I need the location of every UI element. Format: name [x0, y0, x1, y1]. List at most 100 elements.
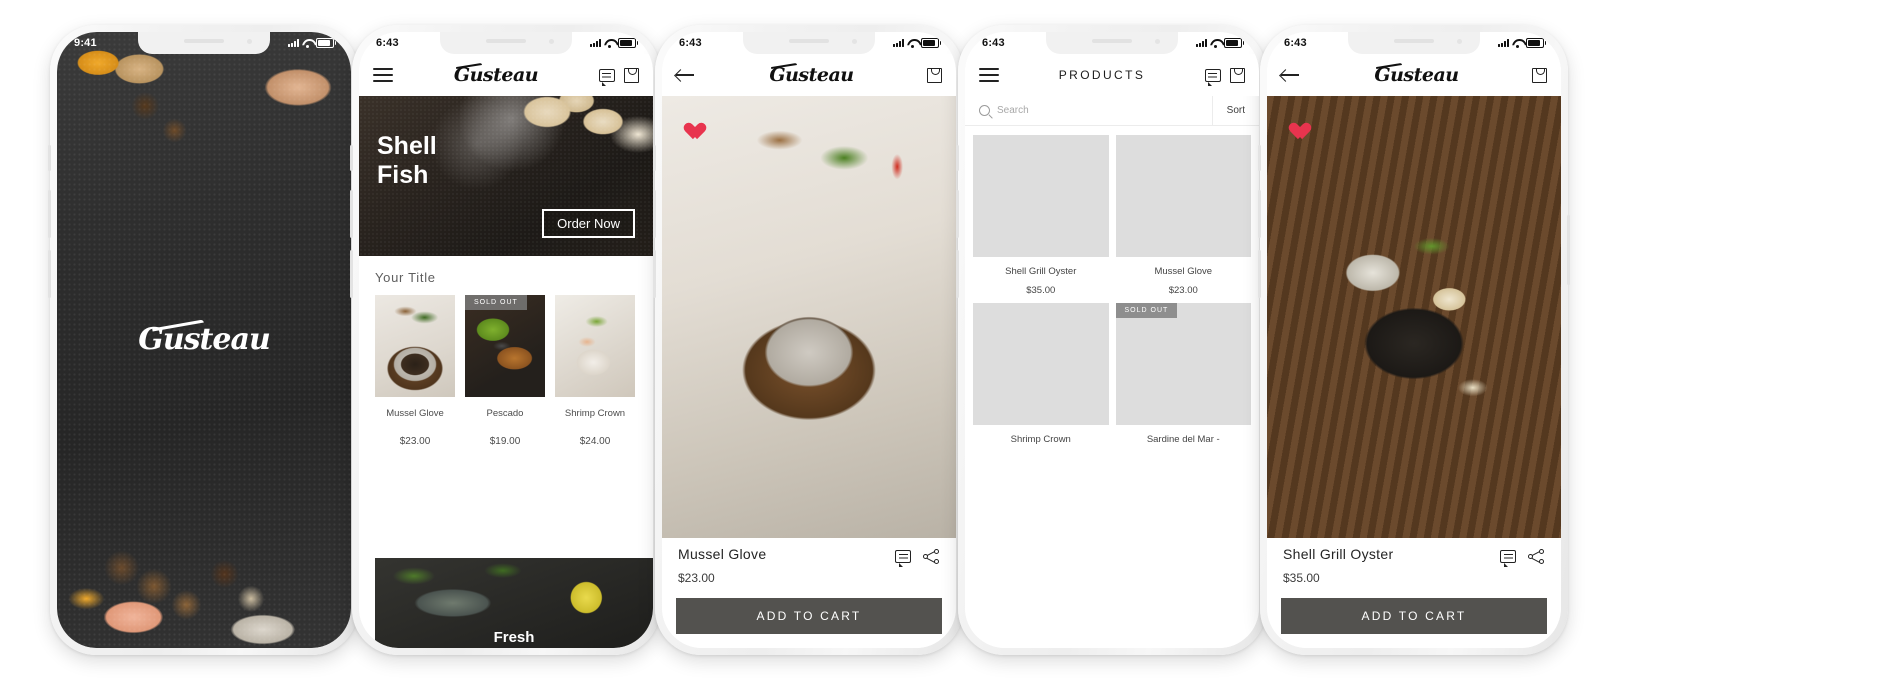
product-thumbnail[interactable] [973, 303, 1109, 425]
mute-switch [48, 145, 51, 171]
product-card[interactable]: Mussel Glove $23.00 [1115, 135, 1251, 296]
product-row: Mussel Glove $23.00 SOLD OUT Pescado $19… [359, 295, 653, 447]
detail-screen: 6:43 Gusteau [662, 32, 956, 648]
product-card[interactable]: Shrimp Crown $24.00 [555, 295, 635, 447]
product-name: Mussel Glove [678, 546, 767, 562]
hero-line-2: Fish [377, 160, 429, 189]
app-bar-icons [926, 67, 942, 83]
app-bar: Gusteau [1267, 54, 1561, 96]
back-arrow-icon[interactable] [676, 68, 696, 82]
mute-switch [653, 145, 656, 171]
product-info-bar: Mussel Glove $23.00 [662, 538, 956, 586]
product-card[interactable]: Shell Grill Oyster $35.00 [973, 135, 1109, 296]
chat-icon[interactable] [895, 550, 911, 567]
status-indicators [1498, 38, 1546, 48]
heart-icon[interactable] [680, 116, 700, 134]
product-price: $19.00 [489, 436, 521, 447]
section-title: Your Title [375, 270, 436, 285]
sort-button[interactable]: Sort [1211, 95, 1249, 126]
hero-heading: Shell Fish [377, 132, 437, 189]
hamburger-icon[interactable] [979, 68, 999, 82]
phone-detail-oyster: 6:43 Gusteau Shell Grill Oyster $35.00 A… [1258, 25, 1570, 655]
page-title: PRODUCTS [1058, 68, 1146, 82]
status-time: 6:43 [982, 37, 1005, 49]
product-card[interactable]: SOLD OUT Pescado $19.00 [465, 295, 545, 447]
search-input[interactable]: Search [979, 105, 1212, 116]
product-name: Shrimp Crown [564, 408, 626, 419]
signal-icon [590, 39, 601, 47]
status-indicators [590, 38, 638, 48]
order-now-button[interactable]: Order Now [542, 209, 635, 238]
phone-detail-mussel: 6:43 Gusteau Mussel Glove $23.00 ADD TO … [653, 25, 965, 655]
chat-icon[interactable] [598, 68, 615, 86]
hero-banner[interactable]: Shell Fish Order Now [359, 96, 653, 256]
volume-down-button [1258, 250, 1261, 298]
product-thumbnail[interactable] [973, 135, 1109, 257]
product-thumbnail[interactable] [1115, 135, 1251, 257]
product-thumbnail[interactable] [375, 295, 455, 397]
product-card[interactable]: Mussel Glove $23.00 [375, 295, 455, 447]
power-button [1567, 215, 1570, 285]
status-time: 6:43 [679, 37, 702, 49]
brand-logo: Gusteau [769, 64, 854, 86]
product-info-bar: Shell Grill Oyster $35.00 [1267, 538, 1561, 586]
sold-out-badge: SOLD OUT [465, 295, 527, 310]
phone-inner: 6:43 Gusteau [359, 32, 653, 648]
volume-up-button [1258, 190, 1261, 238]
volume-up-button [956, 190, 959, 238]
splash-screen: 9:41 Gusteau [57, 32, 351, 648]
detail-screen: 6:43 Gusteau [1267, 32, 1561, 648]
search-row: Search Sort [965, 95, 1259, 126]
wifi-icon [1210, 39, 1221, 48]
signal-icon [288, 39, 299, 47]
shopping-bag-icon[interactable] [1531, 67, 1547, 83]
wifi-icon [604, 39, 615, 48]
product-name: Mussel Glove [386, 408, 444, 419]
share-icon[interactable] [923, 549, 940, 564]
product-price: $23.00 [678, 571, 715, 585]
share-icon[interactable] [1528, 549, 1545, 564]
wifi-icon [302, 39, 313, 48]
battery-icon [316, 38, 336, 48]
mockup-stage: 9:41 Gusteau 6:43 Gusteau Shell Fish Ord… [0, 0, 1880, 680]
notch [1046, 32, 1178, 54]
brand-logo: Gusteau [1374, 64, 1459, 86]
product-text-block: Shell Grill Oyster $35.00 [1283, 546, 1393, 585]
product-price: $35.00 [1026, 285, 1056, 296]
hamburger-icon[interactable] [373, 68, 393, 82]
product-grid: Shell Grill Oyster $35.00 Mussel Glove $… [965, 127, 1259, 648]
product-price: $24.00 [579, 436, 611, 447]
chat-icon[interactable] [1500, 550, 1516, 567]
phone-products: 6:43 PRODUCTS Search Sort Shell Grill Oy… [956, 25, 1268, 655]
product-name: Shell Grill Oyster [1283, 546, 1394, 562]
battery-icon [618, 38, 638, 48]
product-card[interactable]: SOLD OUT Sardine del Mar - [1115, 303, 1251, 445]
bottom-banner-caption: Fresh [493, 629, 535, 646]
volume-down-button [956, 250, 959, 298]
signal-icon [1196, 39, 1207, 47]
brand-logo: Gusteau [453, 64, 539, 86]
product-card[interactable]: Shrimp Crown [973, 303, 1109, 445]
volume-down-button [48, 250, 51, 298]
heart-icon[interactable] [1285, 116, 1305, 134]
add-to-cart-button[interactable]: ADD TO CART [1281, 598, 1547, 634]
notch [743, 32, 875, 54]
app-bar-icons [598, 67, 639, 86]
product-action-icons [1500, 549, 1545, 567]
phone-inner: 6:43 Gusteau [1267, 32, 1561, 648]
back-arrow-icon[interactable] [1281, 68, 1301, 82]
home-screen: 6:43 Gusteau Shell Fish Order Now Your T… [359, 32, 653, 648]
product-thumbnail[interactable]: SOLD OUT [465, 295, 545, 397]
bottom-banner[interactable]: Fresh [375, 558, 653, 648]
chat-icon[interactable] [1204, 68, 1221, 86]
add-to-cart-button[interactable]: ADD TO CART [676, 598, 942, 634]
product-thumbnail[interactable]: SOLD OUT [1115, 303, 1251, 425]
phone-home: 6:43 Gusteau Shell Fish Order Now Your T… [350, 25, 662, 655]
shopping-bag-icon[interactable] [623, 67, 639, 83]
shopping-bag-icon[interactable] [1229, 67, 1245, 83]
status-time: 6:43 [376, 37, 399, 49]
shopping-bag-icon[interactable] [926, 67, 942, 83]
products-screen: 6:43 PRODUCTS Search Sort Shell Grill Oy… [965, 32, 1259, 648]
product-thumbnail[interactable] [555, 295, 635, 397]
notch [440, 32, 572, 54]
